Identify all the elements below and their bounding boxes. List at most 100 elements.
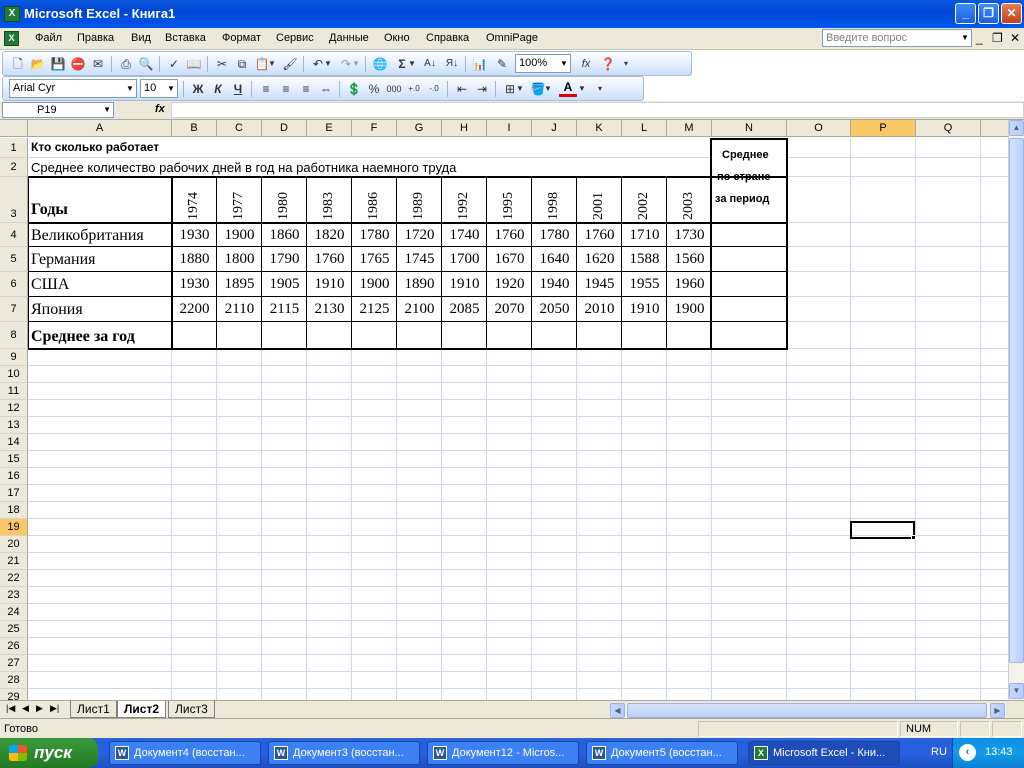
chevron-down-icon[interactable]: ▼	[577, 80, 587, 98]
close-button[interactable]: ✕	[1001, 3, 1022, 24]
column-header-i[interactable]: I	[487, 120, 532, 137]
row-header-1[interactable]: 1	[0, 138, 28, 158]
row-header-9[interactable]: 9	[0, 349, 28, 366]
row-header-7[interactable]: 7	[0, 297, 28, 322]
value-cell[interactable]: 1700	[442, 251, 487, 268]
research-icon[interactable]: 📖	[185, 55, 203, 73]
value-cell[interactable]: 1900	[352, 276, 397, 293]
value-cell[interactable]: 1760	[577, 227, 622, 244]
open-icon[interactable]: 📂	[29, 55, 47, 73]
row-header-27[interactable]: 27	[0, 655, 28, 672]
row-header-25[interactable]: 25	[0, 621, 28, 638]
scroll-right-icon[interactable]: ▶	[990, 703, 1005, 718]
vertical-scroll-thumb[interactable]	[1009, 138, 1024, 663]
italic-button[interactable]: К	[209, 80, 227, 98]
column-header-p[interactable]: P	[851, 120, 916, 137]
start-button[interactable]: пуск	[0, 738, 98, 768]
menu-file[interactable]: Файл	[35, 32, 62, 44]
first-sheet-icon[interactable]: |◀	[6, 703, 15, 714]
value-cell[interactable]: 1790	[262, 251, 307, 268]
taskbar-task-2[interactable]: W Документ3 (восстан...	[268, 741, 420, 765]
horizontal-scroll-thumb[interactable]	[627, 703, 987, 718]
value-cell[interactable]: 1930	[172, 276, 217, 293]
row-header-29[interactable]: 29	[0, 689, 28, 700]
align-left-icon[interactable]: ≡	[257, 80, 275, 98]
tab-sheet1[interactable]: Лист1	[70, 701, 117, 718]
row-header-4[interactable]: 4	[0, 223, 28, 247]
value-cell[interactable]: 1910	[622, 301, 667, 318]
function-icon[interactable]: fx	[577, 55, 595, 73]
value-cell[interactable]: 1905	[262, 276, 307, 293]
toolbar-options-icon[interactable]: ▾	[621, 55, 631, 73]
drawing-icon[interactable]: ✎	[493, 55, 511, 73]
decrease-indent-icon[interactable]: ⇤	[453, 80, 471, 98]
menu-tools[interactable]: Сервис	[276, 32, 314, 44]
chevron-down-icon[interactable]: ▼	[515, 80, 525, 98]
scroll-down-icon[interactable]: ▼	[1009, 683, 1024, 699]
font-size-select[interactable]: 10 ▼	[140, 79, 178, 98]
row-header-16[interactable]: 16	[0, 468, 28, 485]
row-header-12[interactable]: 12	[0, 400, 28, 417]
value-cell[interactable]: 1910	[307, 276, 352, 293]
value-cell[interactable]: 2200	[172, 301, 217, 318]
value-cell[interactable]: 2110	[217, 301, 262, 318]
value-cell[interactable]: 1820	[307, 227, 352, 244]
chevron-down-icon[interactable]: ▼	[559, 56, 569, 71]
taskbar-task-4[interactable]: W Документ5 (восстан...	[586, 741, 738, 765]
print-preview-icon[interactable]: 🔍	[137, 55, 155, 73]
underline-button[interactable]: Ч	[229, 80, 247, 98]
column-header-n[interactable]: N	[712, 120, 787, 137]
align-center-icon[interactable]: ≡	[277, 80, 295, 98]
value-cell[interactable]: 1670	[487, 251, 532, 268]
scroll-up-icon[interactable]: ▲	[1009, 120, 1024, 136]
menu-help[interactable]: Справка	[426, 32, 469, 44]
row-header-18[interactable]: 18	[0, 502, 28, 519]
column-header-b[interactable]: B	[172, 120, 217, 137]
value-cell[interactable]: 1560	[667, 251, 712, 268]
row-header-3[interactable]: 3	[0, 177, 28, 223]
percent-icon[interactable]: %	[365, 80, 383, 98]
new-icon[interactable]: 🗋	[9, 55, 27, 73]
row-header-23[interactable]: 23	[0, 587, 28, 604]
name-box[interactable]: P19 ▼	[2, 102, 114, 118]
thousands-icon[interactable]: 000	[385, 80, 403, 98]
menu-edit[interactable]: Правка	[77, 32, 114, 44]
excel-icon[interactable]: X	[4, 6, 20, 22]
column-header-a[interactable]: A	[28, 120, 172, 137]
chevron-down-icon[interactable]: ▼	[323, 55, 333, 73]
chevron-down-icon[interactable]: ▼	[543, 80, 553, 98]
value-cell[interactable]: 1745	[397, 251, 442, 268]
workbook-icon[interactable]: X	[4, 31, 19, 46]
hyperlink-icon[interactable]: 🌐	[371, 55, 389, 73]
taskbar-task-1[interactable]: W Документ4 (восстан...	[109, 741, 261, 765]
prev-sheet-icon[interactable]: ◀	[22, 703, 29, 714]
column-header-e[interactable]: E	[307, 120, 352, 137]
column-header-o[interactable]: O	[787, 120, 851, 137]
fill-handle[interactable]	[911, 535, 916, 540]
decrease-decimal-icon[interactable]: -.0	[425, 80, 443, 98]
permission-icon[interactable]: ⛔	[69, 55, 87, 73]
row-header-20[interactable]: 20	[0, 536, 28, 553]
chart-wizard-icon[interactable]: 📊	[471, 55, 489, 73]
minimize-button[interactable]: _	[955, 3, 976, 24]
value-cell[interactable]: 1945	[577, 276, 622, 293]
tab-sheet2[interactable]: Лист2	[117, 701, 167, 718]
menu-format[interactable]: Формат	[222, 32, 261, 44]
increase-indent-icon[interactable]: ⇥	[473, 80, 491, 98]
value-cell[interactable]: 1740	[442, 227, 487, 244]
row-header-24[interactable]: 24	[0, 604, 28, 621]
value-cell[interactable]: 1730	[667, 227, 712, 244]
bold-button[interactable]: Ж	[189, 80, 207, 98]
value-cell[interactable]: 1720	[397, 227, 442, 244]
column-header-c[interactable]: C	[217, 120, 262, 137]
row-header-10[interactable]: 10	[0, 366, 28, 383]
value-cell[interactable]: 1780	[352, 227, 397, 244]
value-cell[interactable]: 1710	[622, 227, 667, 244]
doc-minimize-button[interactable]: _	[976, 31, 983, 45]
column-header-m[interactable]: M	[667, 120, 712, 137]
column-header-q[interactable]: Q	[916, 120, 981, 137]
menu-view[interactable]: Вид	[131, 32, 151, 44]
value-cell[interactable]: 1620	[577, 251, 622, 268]
increase-decimal-icon[interactable]: +.0	[405, 80, 423, 98]
chevron-down-icon[interactable]: ▼	[351, 55, 361, 73]
